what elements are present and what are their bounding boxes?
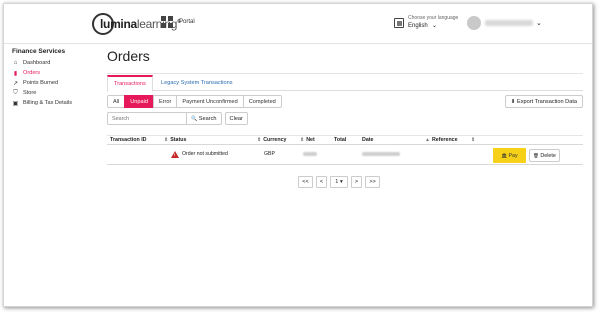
grid-icon-cell: [161, 23, 166, 28]
search-button[interactable]: 🔍 Search: [187, 112, 222, 125]
search-bar: 🔍 Search Clear: [107, 112, 248, 125]
tab-legacy-transactions[interactable]: Legacy System Transactions: [155, 75, 239, 91]
filter-unpaid-button[interactable]: Unpaid: [124, 95, 154, 108]
sort-icon: ⇕: [300, 137, 305, 143]
delete-label: Delete: [540, 153, 556, 159]
export-label: Export Transaction Data: [516, 99, 577, 105]
grid-icon-cell: [161, 16, 166, 21]
grid-icon-cell: [168, 16, 173, 21]
sidebar-item-billing[interactable]: ▣ Billing & Tax Details: [12, 98, 97, 108]
filter-all-button[interactable]: All: [107, 95, 126, 108]
pagination: << < 1 ▾ > >>: [298, 176, 383, 188]
search-icon: 🔍: [191, 116, 198, 122]
next-page-button[interactable]: >: [351, 176, 362, 188]
page-number: 1: [335, 179, 339, 185]
trash-icon: 🗑: [533, 153, 539, 158]
column-net[interactable]: ⇕ Net: [300, 137, 315, 143]
previous-page-button[interactable]: <: [316, 176, 327, 188]
column-transaction-id[interactable]: Transaction ID: [110, 137, 147, 143]
language-select[interactable]: English: [408, 23, 428, 29]
chevron-down-icon[interactable]: ⌄: [536, 19, 542, 27]
sidebar-item-label: Store: [23, 90, 37, 96]
date-value-redacted: [362, 152, 400, 156]
filter-payment-unconfirmed-button[interactable]: Payment Unconfirmed: [176, 95, 244, 108]
chevron-down-icon[interactable]: ⌄: [432, 22, 437, 29]
points-icon: ↗: [12, 80, 19, 87]
filter-error-button[interactable]: Error: [152, 95, 178, 108]
language-icon: [394, 18, 404, 28]
grid-icon[interactable]: [161, 16, 173, 28]
store-icon: ⛉: [13, 89, 18, 96]
sidebar-item-store[interactable]: ⛉ Store: [12, 88, 97, 98]
currency-cell: GBP: [264, 151, 275, 157]
column-date[interactable]: Date: [362, 137, 373, 143]
sidebar-item-dashboard[interactable]: ⌂ Dashboard: [12, 58, 97, 68]
column-label: Status: [170, 137, 187, 143]
column-currency[interactable]: ⇕ Currency: [257, 137, 286, 143]
tab-bar: Transactions Legacy System Transactions: [107, 75, 583, 92]
orders-icon: ▮: [13, 70, 18, 77]
sort-asc-icon: ▲: [425, 137, 430, 143]
status-text: Order not submitted: [182, 151, 228, 157]
pay-button[interactable]: 🏛 Pay: [493, 148, 526, 163]
top-bar: luminalearning® Portal Choose your langu…: [4, 4, 592, 44]
table-row: Order not submitted GBP 🏛 Pay 🗑 Delete: [107, 145, 583, 165]
page-select[interactable]: 1 ▾: [330, 176, 348, 188]
column-label: Currency: [263, 137, 287, 143]
sidebar-item-points-burned[interactable]: ↗ Points Burned: [12, 78, 97, 88]
column-label: Net: [306, 137, 315, 143]
app-window: luminalearning® Portal Choose your langu…: [3, 3, 593, 307]
filter-completed-button[interactable]: Completed: [242, 95, 282, 108]
divider: [107, 73, 583, 74]
column-label: Reference: [431, 137, 458, 143]
warning-icon: [171, 151, 179, 158]
sidebar-item-label: Points Burned: [23, 80, 59, 86]
avatar[interactable]: [467, 16, 481, 30]
pay-label: Pay: [508, 153, 518, 159]
last-page-button[interactable]: >>: [365, 176, 380, 188]
sidebar-item-label: Dashboard: [23, 60, 51, 66]
sidebar: Finance Services ⌂ Dashboard ▮ Orders ↗ …: [12, 48, 97, 108]
table-header: Transaction ID ⇕ Status ⇕ Currency ⇕ Net To…: [107, 135, 583, 145]
billing-icon: ▣: [12, 100, 19, 107]
bank-icon: 🏛: [501, 153, 507, 158]
sidebar-item-orders[interactable]: ▮ Orders: [12, 68, 97, 78]
column-status[interactable]: ⇕ Status: [164, 137, 186, 143]
home-icon: ⌂: [13, 60, 18, 66]
column-actions[interactable]: ⇕: [471, 137, 477, 143]
sidebar-title: Finance Services: [12, 48, 66, 55]
portal-link[interactable]: Portal: [179, 19, 195, 25]
delete-button[interactable]: 🗑 Delete: [529, 149, 560, 162]
language-prompt: Choose your language: [408, 15, 459, 21]
column-reference[interactable]: ▲ Reference: [425, 137, 458, 143]
sort-icon: ⇕: [257, 137, 262, 143]
grid-icon-cell: [168, 23, 173, 28]
column-total[interactable]: Total: [334, 137, 346, 143]
page-title: Orders: [107, 48, 150, 64]
transactions-table: Transaction ID ⇕ Status ⇕ Currency ⇕ Net To…: [107, 135, 583, 165]
clear-button[interactable]: Clear: [224, 112, 248, 125]
net-value-redacted: [303, 152, 317, 156]
export-transaction-data-button[interactable]: ⬇ Export Transaction Data: [504, 95, 583, 108]
tab-transactions[interactable]: Transactions: [107, 75, 153, 92]
sort-icon: ⇕: [471, 137, 476, 143]
logo-text-bold: lumina: [100, 17, 137, 31]
chevron-down-icon: ▾: [339, 179, 343, 185]
first-page-button[interactable]: <<: [298, 176, 313, 188]
sort-icon: ⇕: [164, 137, 169, 143]
sidebar-item-label: Orders: [23, 70, 41, 76]
search-button-label: Search: [198, 116, 217, 122]
search-input[interactable]: [107, 112, 187, 125]
status-filter-group: All Unpaid Error Payment Unconfirmed Com…: [107, 95, 282, 108]
user-name-redacted[interactable]: [485, 20, 533, 26]
download-icon: ⬇: [510, 99, 516, 105]
sidebar-item-label: Billing & Tax Details: [23, 100, 73, 106]
